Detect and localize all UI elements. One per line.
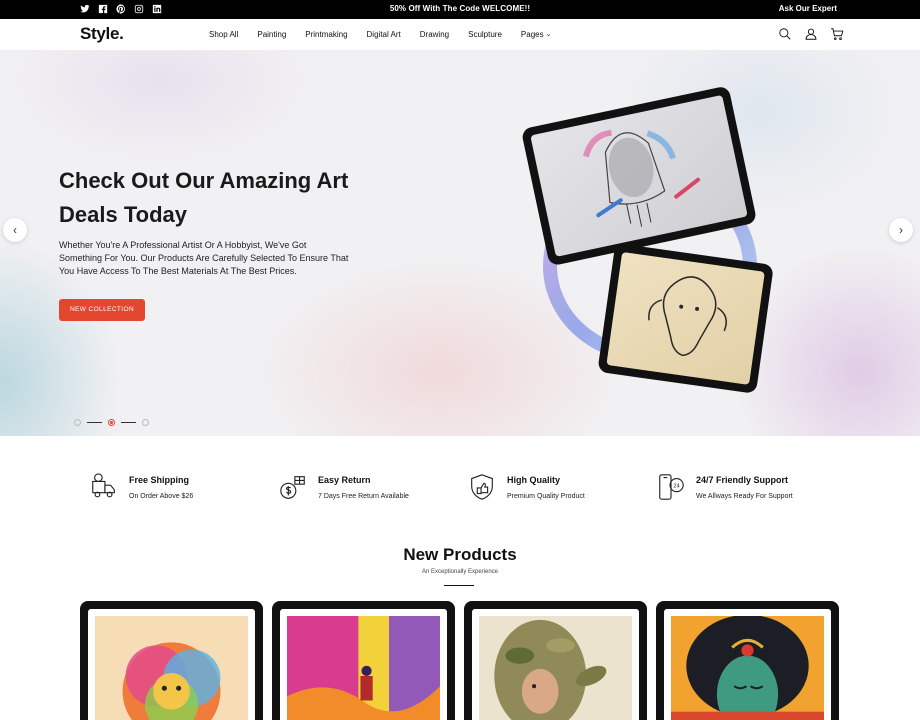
- slider-pagination: [74, 419, 149, 426]
- chevron-right-icon: ›: [899, 223, 903, 237]
- search-icon[interactable]: [778, 27, 792, 41]
- chevron-down-icon: ⌄: [545, 30, 552, 38]
- product-image: [95, 614, 248, 720]
- nav-drawing[interactable]: Drawing: [420, 30, 449, 39]
- phone-support-icon: 24: [656, 472, 686, 502]
- new-collection-button[interactable]: NEW COLLECTION: [59, 299, 145, 321]
- ask-expert-link[interactable]: Ask Our Expert: [779, 4, 837, 13]
- quality-shield-icon: [467, 472, 497, 502]
- nav-printmaking[interactable]: Printmaking: [305, 30, 347, 39]
- feature-title: 24/7 Friendly Support: [696, 475, 789, 485]
- section-divider: [444, 585, 474, 586]
- product-image: [479, 614, 632, 720]
- feature-subtitle: On Order Above $26: [129, 493, 194, 500]
- product-image: [287, 614, 440, 720]
- delivery-truck-icon: [89, 472, 119, 502]
- feature-title: Easy Return: [318, 475, 371, 485]
- hero-tablets-image: [522, 87, 773, 393]
- money-return-icon: [278, 472, 308, 502]
- slide-dot-3[interactable]: [142, 419, 149, 426]
- chevron-left-icon: ‹: [13, 223, 17, 237]
- header: Style. Shop All Painting Printmaking Dig…: [0, 19, 920, 67]
- user-icon[interactable]: [804, 27, 818, 41]
- prev-slide-button[interactable]: ‹: [3, 218, 27, 242]
- cart-icon[interactable]: 0: [830, 27, 847, 67]
- product-card[interactable]: [80, 601, 263, 720]
- feature-subtitle: We Allways Ready For Support: [696, 493, 793, 500]
- features-row: Free Shipping On Order Above $26 Easy Re…: [0, 470, 920, 510]
- header-actions: 0: [778, 27, 847, 67]
- nav-sculpture[interactable]: Sculpture: [468, 30, 502, 39]
- feature-subtitle: 7 Days Free Return Available: [318, 493, 409, 500]
- hero-text: Whether You're A Professional Artist Or …: [59, 240, 349, 276]
- feature-title: Free Shipping: [129, 475, 190, 485]
- product-frame: [280, 609, 447, 720]
- hero-banner: Check Out Our Amazing Art Deals Today Wh…: [0, 51, 920, 436]
- product-card[interactable]: [656, 601, 839, 720]
- slide-dot-1[interactable]: [74, 419, 81, 426]
- slide-dot-2[interactable]: [108, 419, 115, 426]
- feature-title: High Quality: [507, 475, 561, 485]
- feature-subtitle: Premium Quality Product: [507, 493, 585, 500]
- pagination-divider: [87, 422, 102, 423]
- product-card[interactable]: [272, 601, 455, 720]
- product-frame: [88, 609, 255, 720]
- nav-painting[interactable]: Painting: [257, 30, 286, 39]
- top-bar: 50% Off With The Code WELCOME!! Ask Our …: [0, 0, 920, 19]
- hero-title: Check Out Our Amazing Art Deals Today: [59, 168, 349, 227]
- nav-shop-all[interactable]: Shop All: [209, 30, 238, 39]
- section-title: New Products: [403, 545, 517, 564]
- product-frame: [664, 609, 831, 720]
- product-card[interactable]: [464, 601, 647, 720]
- section-subtitle: An Exceptionally Experience: [421, 569, 499, 575]
- pagination-divider: [121, 422, 136, 423]
- nav-pages-label: Pages: [520, 30, 544, 39]
- product-image: [671, 614, 824, 720]
- nav-digital-art[interactable]: Digital Art: [367, 30, 401, 39]
- nav-pages[interactable]: Pages ⌄: [521, 30, 552, 39]
- product-frame: [472, 609, 639, 720]
- next-slide-button[interactable]: ›: [889, 218, 913, 242]
- svg-text:24: 24: [673, 483, 679, 489]
- main-nav: Shop All Painting Printmaking Digital Ar…: [209, 30, 551, 39]
- logo[interactable]: Style.: [80, 24, 124, 44]
